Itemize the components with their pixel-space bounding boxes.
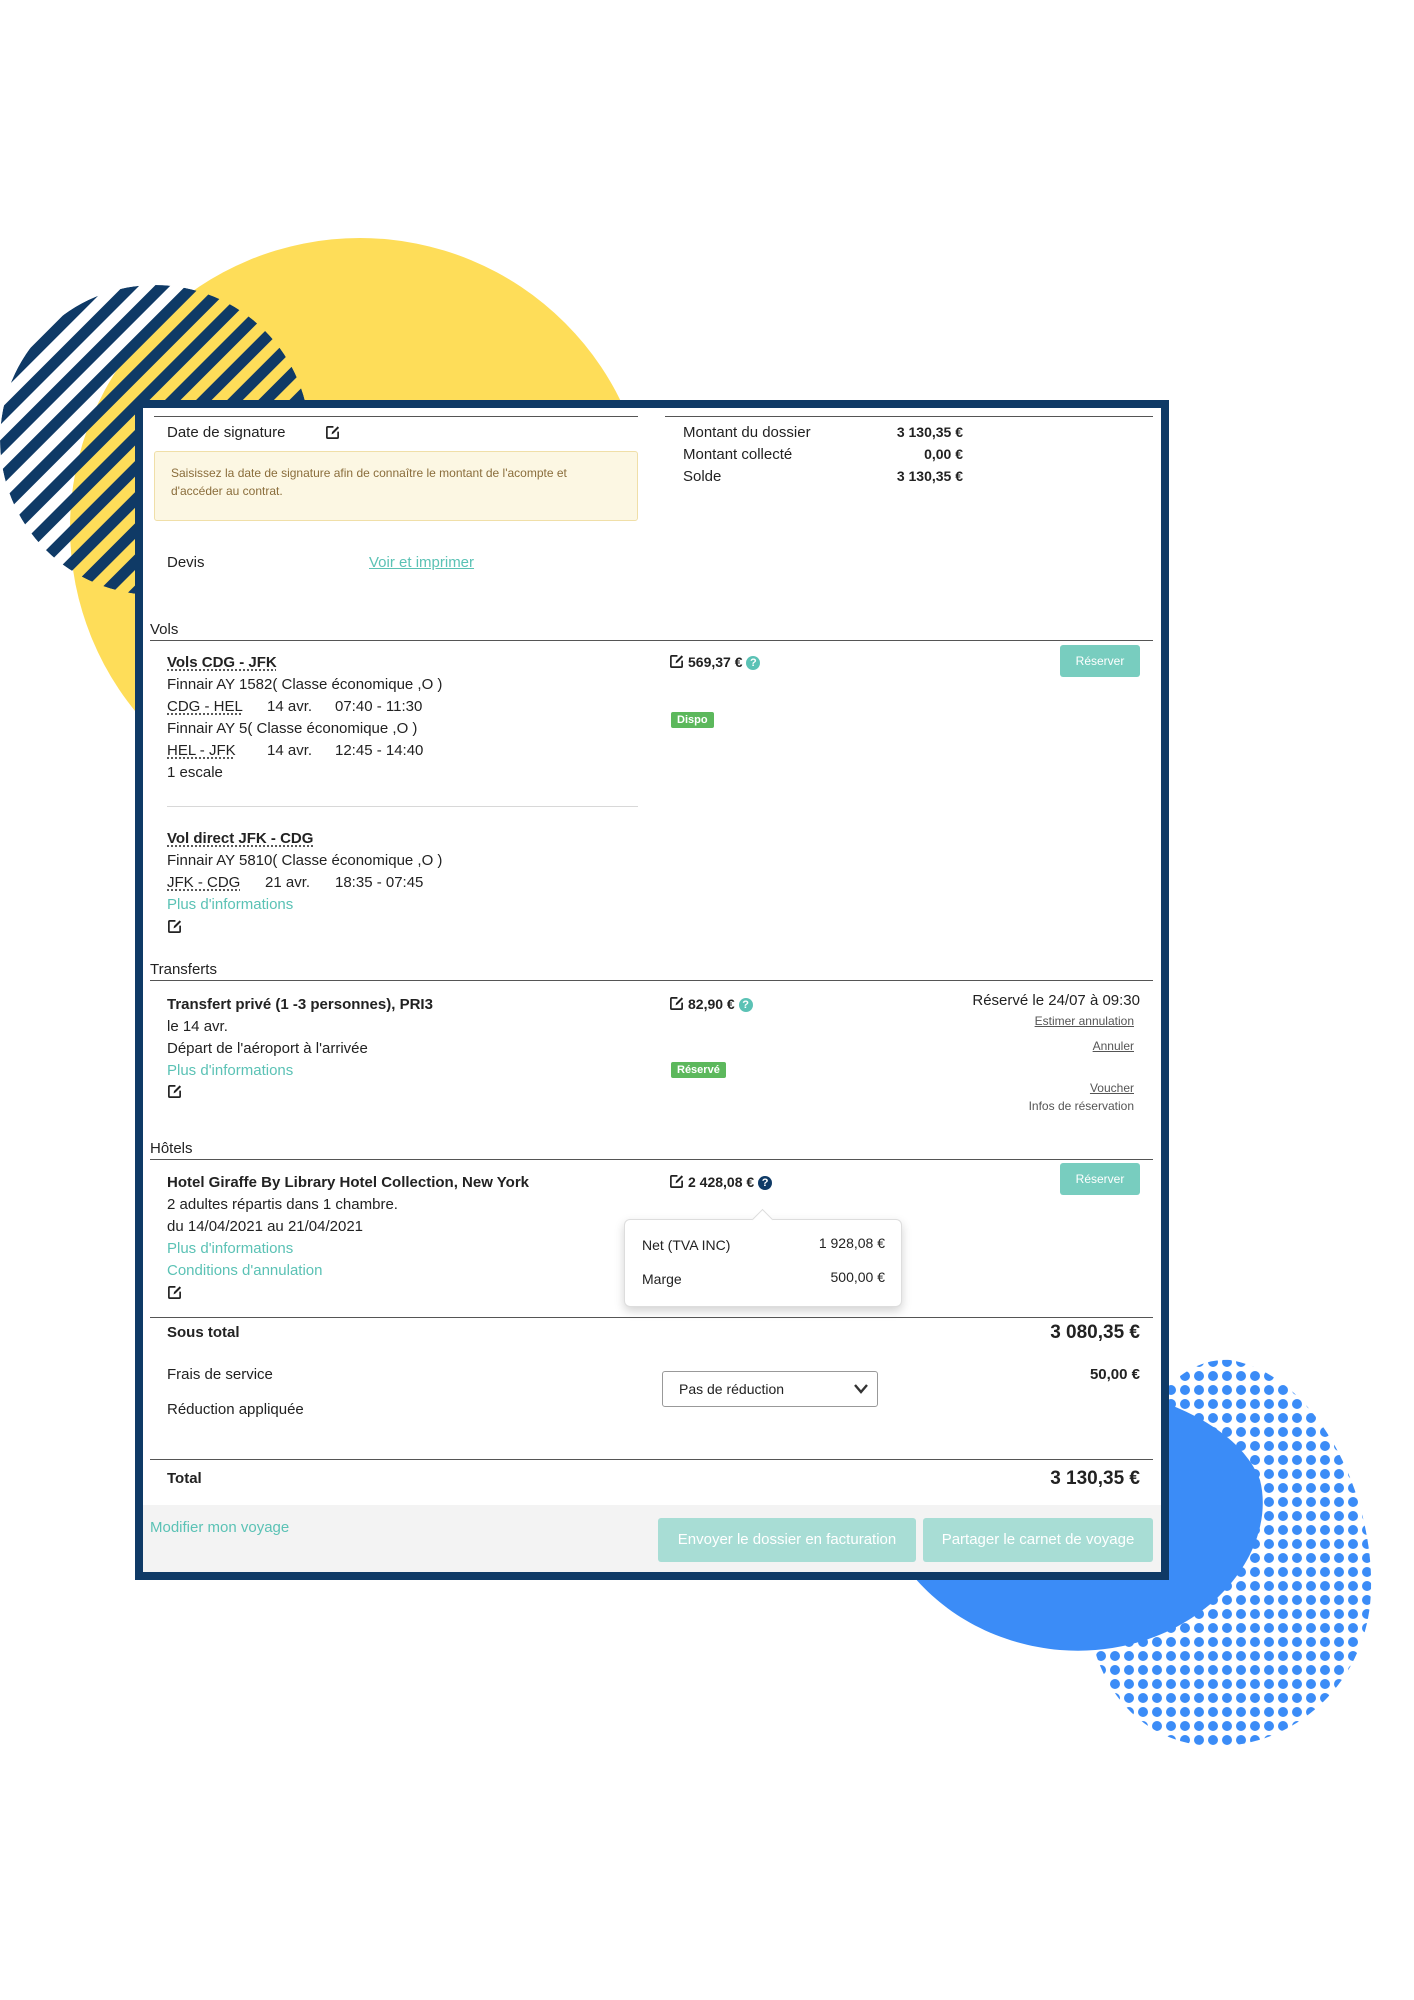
cancel-link[interactable]: Annuler <box>900 1039 1134 1053</box>
edit-icon[interactable] <box>167 1285 182 1300</box>
return-route: JFK - CDG <box>167 874 241 891</box>
signature-label: Date de signature <box>167 424 286 441</box>
return-flight: Finnair AY 5810( Classe économique ,O ) <box>167 852 443 869</box>
hotel-price: 2 428,08 € ? <box>688 1174 773 1191</box>
outbound-leg2-time: 12:45 - 14:40 <box>335 742 424 759</box>
edit-icon[interactable] <box>669 1174 684 1189</box>
subtotal-value: 3 080,35 € <box>1050 1322 1140 1343</box>
signature-alert: Saisissez la date de signature afin de c… <box>154 451 638 521</box>
hotel-reserve-button[interactable]: Réserver <box>1060 1163 1140 1195</box>
return-more-info-link[interactable]: Plus d'informations <box>167 896 293 913</box>
price-breakdown-tooltip: Net (TVA INC) 1 928,08 € Marge 500,00 € <box>624 1219 902 1307</box>
edit-icon[interactable] <box>669 996 684 1011</box>
outbound-stops: 1 escale <box>167 764 223 781</box>
transfer-description: Départ de l'aéroport à l'arrivée <box>167 1040 368 1057</box>
return-date: 21 avr. <box>265 874 311 891</box>
montant-collecte-label: Montant collecté <box>683 446 793 463</box>
outbound-leg1-time: 07:40 - 11:30 <box>335 698 423 715</box>
question-circle-icon[interactable]: ? <box>758 1176 773 1191</box>
return-flight-title: Vol direct JFK - CDG <box>167 830 314 847</box>
transfer-booked-text: Réservé le 24/07 à 09:30 <box>972 992 1140 1009</box>
outbound-leg1-flight: Finnair AY 1582( Classe économique ,O ) <box>167 676 443 693</box>
devis-label: Devis <box>167 554 205 571</box>
transfer-price: 82,90 € ? <box>688 996 753 1013</box>
transfer-status-badge: Réservé <box>671 1062 726 1078</box>
section-title-hotels: Hôtels <box>150 1140 193 1157</box>
flight-reserve-button[interactable]: Réserver <box>1060 645 1140 677</box>
edit-icon[interactable] <box>325 425 340 440</box>
hotel-price-value: 2 428,08 € <box>688 1174 755 1190</box>
transfer-date: le 14 avr. <box>167 1018 228 1035</box>
section-title-vols: Vols <box>150 621 179 638</box>
transfer-more-info-link[interactable]: Plus d'informations <box>167 1062 293 1079</box>
hotel-guests: 2 adultes répartis dans 1 chambre. <box>167 1196 398 1213</box>
fees-value: 50,00 € <box>1089 1366 1140 1383</box>
outbound-leg2-route: HEL - JFK <box>167 742 236 759</box>
share-travel-book-button[interactable]: Partager le carnet de voyage <box>923 1518 1153 1562</box>
outbound-flight-title: Vols CDG - JFK <box>167 654 277 671</box>
flight-price: 569,37 € ? <box>688 654 761 671</box>
discount-selected-value: Pas de réduction <box>679 1381 785 1397</box>
flight-price-value: 569,37 € <box>688 654 743 670</box>
hotel-more-info-link[interactable]: Plus d'informations <box>167 1240 293 1257</box>
booking-window: Date de signature Saisissez la date de s… <box>135 400 1169 1580</box>
return-time: 18:35 - 07:45 <box>335 874 424 891</box>
transfer-title: Transfert privé (1 -3 personnes), PRI3 <box>167 996 433 1013</box>
footer-bar: Modifier mon voyage Envoyer le dossier e… <box>143 1505 1161 1572</box>
hotel-title: Hotel Giraffe By Library Hotel Collectio… <box>167 1174 530 1191</box>
total-label: Total <box>167 1470 202 1487</box>
edit-icon[interactable] <box>669 654 684 669</box>
montant-collecte-value: 0,00 € <box>924 446 963 462</box>
discount-select[interactable]: Pas de réduction <box>662 1371 878 1407</box>
solde-value: 3 130,35 € <box>896 468 963 484</box>
estimate-cancellation-link[interactable]: Estimer annulation <box>900 1014 1134 1028</box>
tooltip-net-label: Net (TVA INC) <box>642 1237 731 1253</box>
hotel-cancellation-link[interactable]: Conditions d'annulation <box>167 1262 322 1279</box>
outbound-leg2-date: 14 avr. <box>267 742 313 759</box>
send-billing-button[interactable]: Envoyer le dossier en facturation <box>658 1518 916 1562</box>
section-title-transferts: Transferts <box>150 961 217 978</box>
tooltip-margin-label: Marge <box>642 1271 682 1287</box>
voucher-link[interactable]: Voucher <box>900 1081 1134 1095</box>
hotel-dates: du 14/04/2021 au 21/04/2021 <box>167 1218 364 1235</box>
montant-dossier-label: Montant du dossier <box>683 424 811 441</box>
montant-dossier-value: 3 130,35 € <box>896 424 963 440</box>
outbound-leg2-flight: Finnair AY 5( Classe économique ,O ) <box>167 720 418 737</box>
transfer-price-value: 82,90 € <box>688 996 735 1012</box>
discount-label: Réduction appliquée <box>167 1401 304 1418</box>
booking-info-text: Infos de réservation <box>1028 1099 1134 1113</box>
flight-status-badge: Dispo <box>671 712 714 728</box>
outbound-leg1-route: CDG - HEL <box>167 698 243 715</box>
devis-view-print-link[interactable]: Voir et imprimer <box>369 554 474 571</box>
outbound-leg1-date: 14 avr. <box>267 698 313 715</box>
solde-label: Solde <box>683 468 722 485</box>
fees-label: Frais de service <box>167 1366 273 1383</box>
edit-icon[interactable] <box>167 919 182 934</box>
booking-content: Date de signature Saisissez la date de s… <box>143 408 1161 1572</box>
tooltip-margin-value: 500,00 € <box>830 1269 886 1285</box>
tooltip-net-value: 1 928,08 € <box>818 1235 885 1251</box>
total-value: 3 130,35 € <box>1050 1468 1140 1489</box>
subtotal-label: Sous total <box>167 1324 240 1341</box>
modify-trip-link[interactable]: Modifier mon voyage <box>150 1519 289 1536</box>
question-circle-icon[interactable]: ? <box>738 998 753 1013</box>
question-circle-icon[interactable]: ? <box>746 656 761 671</box>
chevron-down-icon <box>854 1384 868 1394</box>
edit-icon[interactable] <box>167 1084 182 1099</box>
